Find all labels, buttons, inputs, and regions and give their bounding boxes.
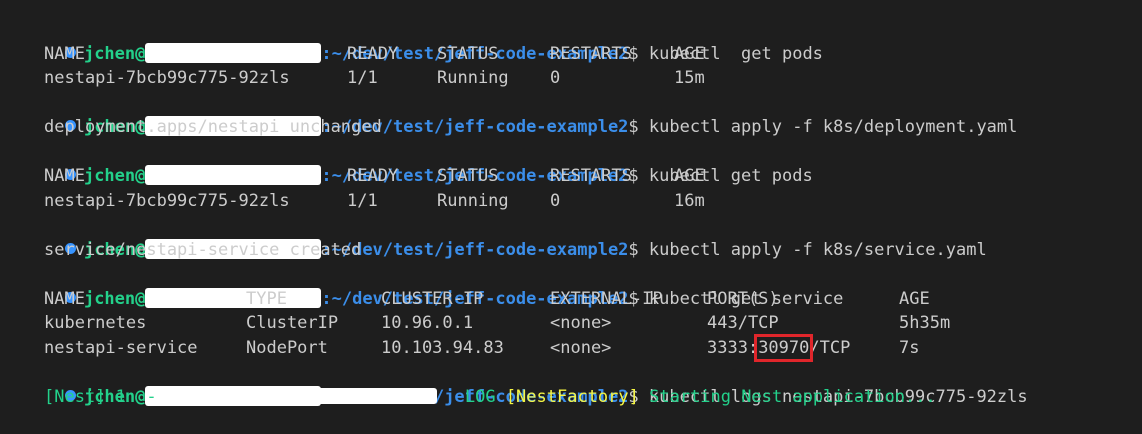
pod-restarts: 0 [550,68,561,88]
col-age: AGE [674,166,705,186]
col-restarts: RESTARTS [550,166,632,186]
prompt-line: jchen@:~/dev/test/jeff-code-example2$ ku… [24,17,1142,64]
col-type: TYPE [246,288,287,309]
log-context: [NestFactory] [505,386,639,407]
prompt-line: jchen@:~/dev/test/jeff-code-example2$ ku… [24,213,1142,260]
terminal-output[interactable]: jchen@:~/dev/test/jeff-code-example2$ ku… [0,0,1142,423]
svc-ports: 3333:30970/TCP [707,333,899,362]
col-name: NAME [44,166,85,186]
pod-row: nestapi-7bcb99c775-92zls 1/1 Running 0 15m [24,66,1142,91]
svc-external-ip: <none> [550,313,612,333]
port-suffix: /TCP [809,337,851,358]
col-ready: READY [347,43,399,64]
svc-name: kubernetes [44,313,147,333]
col-restarts: RESTARTS [550,43,632,64]
prompt-line: jchen@:~/dev/test/jeff-code-example2$ ku… [24,262,1142,309]
svc-type: ClusterIP [246,313,339,333]
col-status: STATUS [437,166,499,186]
log-message: Starting Nest application... [649,386,936,407]
pod-status: Running [437,190,509,211]
prompt-line: jchen@:~/dev/test/jeff-code-example2$ ku… [24,140,1142,186]
prompt-line: jchen@:~/dev/test/jeff-code-example2$ ku… [24,360,1142,407]
pods-header-row: NAME READY STATUS RESTARTS AGE [24,164,1142,189]
pod-age: 16m [674,190,705,211]
log-level: LOG [464,386,496,407]
col-age: AGE [674,43,705,64]
col-cluster-ip: CLUSTER-IP [381,288,484,309]
svc-name: nestapi-service [44,337,198,358]
redacted-timestamp [166,387,437,404]
pod-age: 15m [674,68,705,88]
col-name: NAME [44,43,85,64]
svc-cluster-ip: 10.103.94.83 [381,337,504,358]
pod-ready: 1/1 [347,190,378,211]
service-row: kubernetes ClusterIP 10.96.0.1 <none> 443/TC… [24,311,1142,336]
port-prefix: 3333: [707,337,759,358]
pod-name: nestapi-7bcb99c775-92zls [44,190,290,211]
col-ports: PORT(S) [707,288,779,309]
pod-restarts: 0 [550,190,561,211]
svc-cluster-ip: 10.96.0.1 [381,313,474,333]
pod-name: nestapi-7bcb99c775-92zls [44,68,290,88]
service-output: service/nestapi-service created [44,239,362,260]
log-prefix: [Nest] 1 - [44,386,157,407]
pod-status: Running [437,68,509,88]
svc-external-ip: <none> [550,337,612,358]
col-name: NAME [44,288,85,309]
nodeport-highlight: 30970 [754,333,814,362]
pods-header-row: NAME READY STATUS RESTARTS AGE [24,42,1142,67]
svc-age: 7s [899,337,920,358]
svc-type: NodePort [246,337,328,358]
col-ready: READY [347,166,399,186]
deploy-output: deployment.apps/nestapi unchanged [44,117,382,137]
svc-age: 5h35m [899,313,951,333]
pod-row: nestapi-7bcb99c775-92zls 1/1 Running 0 16m [24,189,1142,214]
service-row: nestapi-service NodePort 10.103.94.83 <none… [24,333,1142,362]
col-status: STATUS [437,43,499,64]
service-header-row: NAME TYPE CLUSTER-IP EXTERNAL-IP PORT(S) AGE [24,287,1142,312]
col-external-ip: EXTERNAL-IP [550,288,663,309]
col-age: AGE [899,288,930,309]
prompt-line: jchen@:~/dev/test/jeff-code-example2$ ku… [24,91,1142,137]
nest-log-line: [Nest] 1 - LOG [NestFactory] Starting Ne… [24,385,1142,410]
svc-ports: 443/TCP [707,313,779,333]
pod-ready: 1/1 [347,68,378,88]
